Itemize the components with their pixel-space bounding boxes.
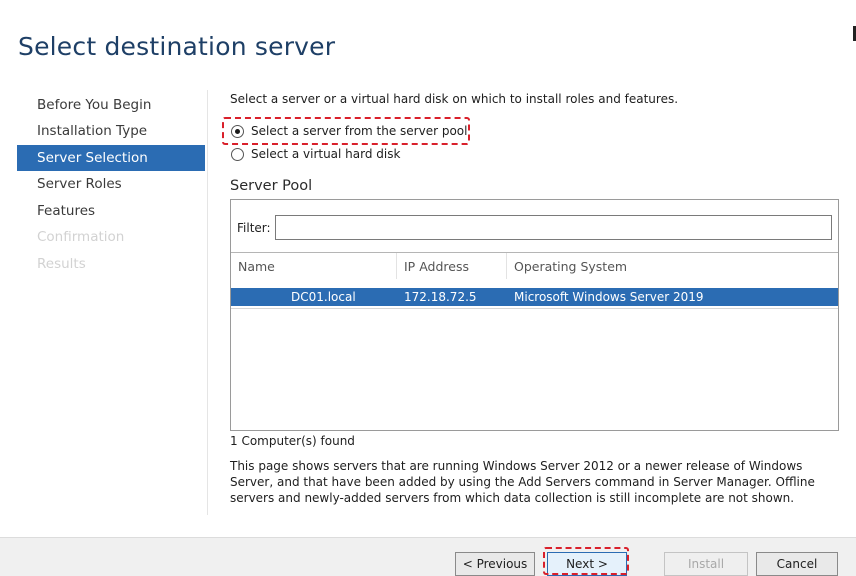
column-divider — [506, 253, 507, 279]
cell-operating-system: Microsoft Windows Server 2019 — [514, 290, 704, 304]
radio-selected-icon[interactable] — [231, 124, 244, 138]
filter-label: Filter: — [237, 221, 271, 235]
intro-text: Select a server or a virtual hard disk o… — [230, 92, 679, 106]
nav-item-server-selection[interactable]: Server Selection — [17, 145, 205, 171]
grid-separator — [231, 252, 838, 253]
nav-item-before-you-begin[interactable]: Before You Begin — [17, 92, 205, 118]
radio-unselected-icon[interactable] — [231, 147, 244, 161]
radio-server-pool[interactable]: Select a server from the server pool — [231, 122, 468, 140]
server-pool-heading: Server Pool — [230, 178, 313, 194]
table-row[interactable]: DC01.local 172.18.72.5 Microsoft Windows… — [231, 288, 838, 306]
radio-server-pool-label[interactable]: Select a server from the server pool — [251, 124, 468, 138]
filter-input[interactable] — [275, 215, 832, 240]
nav-item-installation-type[interactable]: Installation Type — [17, 118, 205, 144]
column-header-ip-address[interactable]: IP Address — [404, 259, 469, 274]
divider — [207, 90, 208, 515]
nav-item-confirmation: Confirmation — [37, 229, 125, 245]
nav-item-server-roles[interactable]: Server Roles — [17, 171, 205, 197]
highlight-box-next-button — [543, 547, 629, 575]
column-divider — [396, 253, 397, 279]
description-text: This page shows servers that are running… — [230, 459, 815, 505]
cancel-button[interactable]: Cancel — [756, 552, 838, 576]
cell-server-name: DC01.local — [291, 290, 356, 304]
install-button: Install — [664, 552, 748, 576]
column-header-name[interactable]: Name — [238, 259, 275, 274]
radio-virtual-hard-disk-label[interactable]: Select a virtual hard disk — [251, 147, 400, 161]
footer-bar: < Previous Next > Install Cancel — [0, 537, 856, 576]
previous-button[interactable]: < Previous — [455, 552, 535, 576]
row-divider — [231, 308, 838, 309]
cell-ip-address: 172.18.72.5 — [404, 290, 477, 304]
server-pool-panel: Filter: Name IP Address Operating System… — [230, 199, 839, 431]
computer-count: 1 Computer(s) found — [230, 434, 355, 448]
column-header-operating-system[interactable]: Operating System — [514, 259, 627, 274]
nav-item-results: Results — [37, 256, 86, 272]
page-title: Select destination server — [18, 32, 336, 61]
nav-item-features[interactable]: Features — [17, 198, 205, 224]
radio-virtual-hard-disk[interactable]: Select a virtual hard disk — [231, 145, 400, 163]
